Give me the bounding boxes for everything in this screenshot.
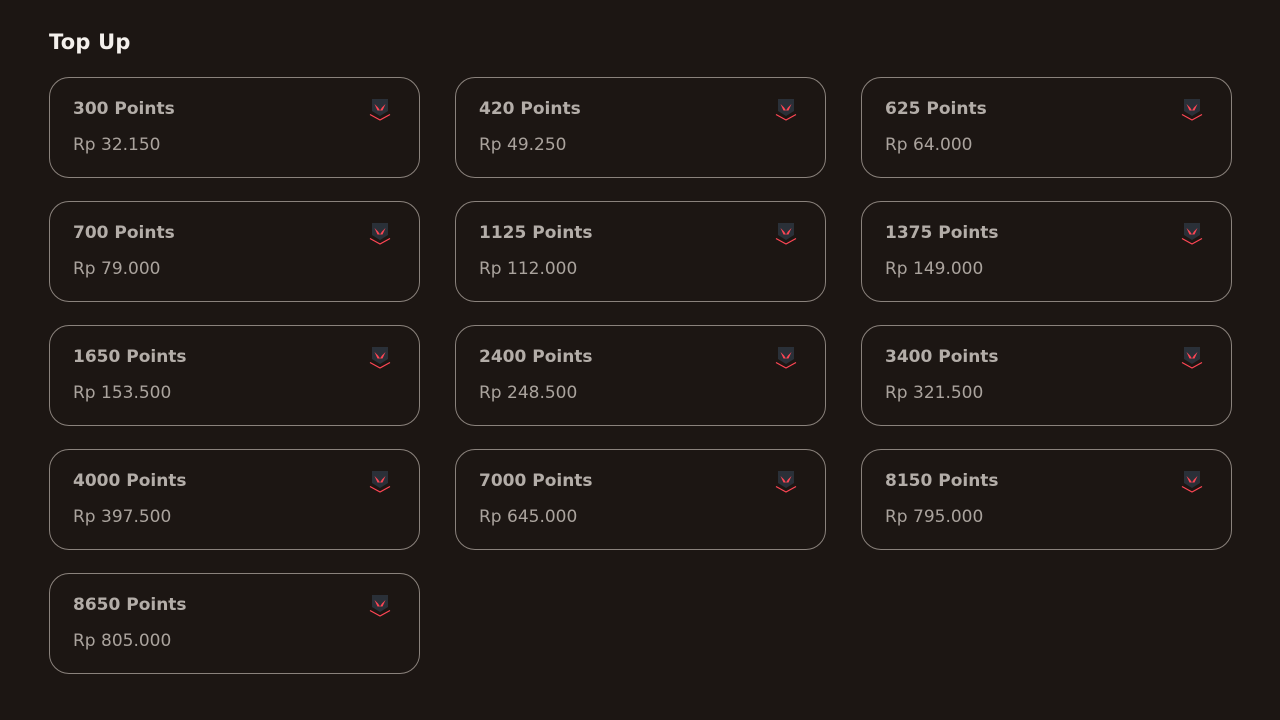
package-card-1[interactable]: 420 Points Rp 49.250 [455,77,826,178]
package-price: Rp 149.000 [885,259,984,279]
package-card-5[interactable]: 1375 Points Rp 149.000 [861,201,1232,302]
package-card-8[interactable]: 3400 Points Rp 321.500 [861,325,1232,426]
valorant-points-icon [367,345,393,371]
valorant-points-icon [367,469,393,495]
package-points: 1125 Points [479,223,593,243]
package-price: Rp 79.000 [73,259,161,279]
package-points: 1375 Points [885,223,999,243]
package-price: Rp 64.000 [885,135,973,155]
valorant-points-icon [773,221,799,247]
package-points: 3400 Points [885,347,999,367]
package-card-12[interactable]: 8650 Points Rp 805.000 [49,573,420,674]
package-card-10[interactable]: 7000 Points Rp 645.000 [455,449,826,550]
package-price: Rp 248.500 [479,383,578,403]
package-points: 4000 Points [73,471,187,491]
package-price: Rp 805.000 [73,631,172,651]
package-price: Rp 645.000 [479,507,578,527]
page-title: Top Up [49,30,131,54]
valorant-points-icon [367,593,393,619]
package-points: 300 Points [73,99,175,119]
package-price: Rp 112.000 [479,259,578,279]
package-price: Rp 32.150 [73,135,161,155]
package-price: Rp 397.500 [73,507,172,527]
package-price: Rp 795.000 [885,507,984,527]
valorant-points-icon [1179,97,1205,123]
package-points: 700 Points [73,223,175,243]
top-up-page: Top Up 300 Points Rp 32.150 420 Points R… [0,0,1280,720]
package-card-6[interactable]: 1650 Points Rp 153.500 [49,325,420,426]
package-card-7[interactable]: 2400 Points Rp 248.500 [455,325,826,426]
package-points: 2400 Points [479,347,593,367]
valorant-points-icon [1179,221,1205,247]
package-points: 8150 Points [885,471,999,491]
package-points: 625 Points [885,99,987,119]
package-card-2[interactable]: 625 Points Rp 64.000 [861,77,1232,178]
valorant-points-icon [773,97,799,123]
valorant-points-icon [1179,469,1205,495]
package-points: 1650 Points [73,347,187,367]
package-price: Rp 321.500 [885,383,984,403]
package-card-3[interactable]: 700 Points Rp 79.000 [49,201,420,302]
package-points: 420 Points [479,99,581,119]
package-price: Rp 49.250 [479,135,567,155]
package-card-0[interactable]: 300 Points Rp 32.150 [49,77,420,178]
package-card-11[interactable]: 8150 Points Rp 795.000 [861,449,1232,550]
package-price: Rp 153.500 [73,383,172,403]
package-card-9[interactable]: 4000 Points Rp 397.500 [49,449,420,550]
package-points: 7000 Points [479,471,593,491]
package-points: 8650 Points [73,595,187,615]
valorant-points-icon [367,221,393,247]
valorant-points-icon [773,469,799,495]
valorant-points-icon [1179,345,1205,371]
package-grid: 300 Points Rp 32.150 420 Points Rp 49.25… [49,77,1232,674]
valorant-points-icon [773,345,799,371]
valorant-points-icon [367,97,393,123]
package-card-4[interactable]: 1125 Points Rp 112.000 [455,201,826,302]
